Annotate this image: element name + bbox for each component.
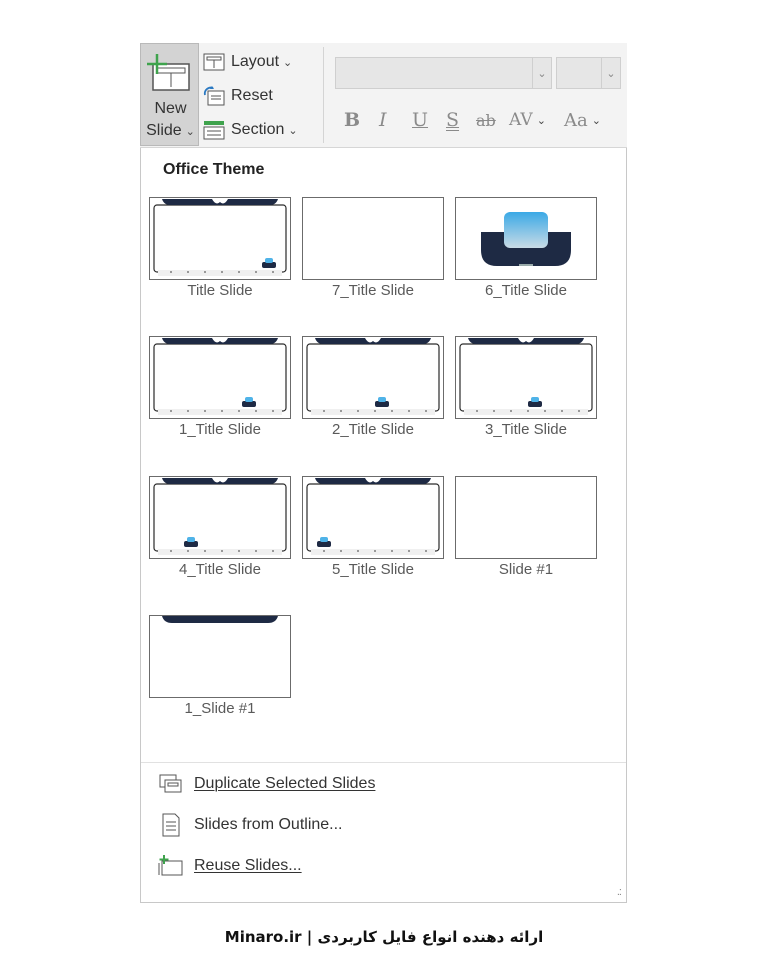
layout-thumbnail[interactable] bbox=[302, 476, 444, 559]
layout-option[interactable]: 7_Title Slide bbox=[302, 197, 444, 300]
layout-option[interactable]: 3_Title Slide bbox=[455, 336, 597, 439]
layout-name: 3_Title Slide bbox=[485, 421, 567, 438]
font-name-dropdown[interactable]: ⌄ bbox=[335, 57, 552, 89]
new-slide-icon bbox=[147, 54, 190, 91]
ribbon: New Slide ⌄ Layout ⌄ Reset Section ⌄ ⌄ ⌄ … bbox=[140, 43, 627, 148]
layout-label: Layout bbox=[231, 53, 280, 70]
duplicate-slides-command[interactable]: Duplicate Selected Slides bbox=[158, 770, 375, 798]
outline-document-icon bbox=[158, 813, 184, 837]
chevron-down-icon: ⌄ bbox=[283, 56, 293, 69]
chevron-down-icon: ⌄ bbox=[288, 124, 298, 137]
layout-thumbnail[interactable] bbox=[149, 615, 291, 698]
new-slide-gallery: Office Theme Title Slide 7_Title Slide 6_T… bbox=[140, 148, 627, 903]
duplicate-label: Duplicate Selected Slides bbox=[194, 775, 376, 792]
layout-name: 1_Title Slide bbox=[179, 421, 261, 438]
gallery-divider bbox=[141, 762, 626, 763]
layout-name: 5_Title Slide bbox=[332, 561, 414, 578]
layout-thumbnail[interactable] bbox=[149, 476, 291, 559]
layout-name: 2_Title Slide bbox=[332, 421, 414, 438]
section-icon bbox=[202, 119, 226, 141]
layout-option[interactable]: 1_Slide #1 bbox=[149, 615, 291, 718]
character-spacing-label: AV bbox=[509, 110, 533, 130]
reuse-label: Reuse Slides... bbox=[194, 857, 302, 874]
layout-option[interactable]: 5_Title Slide bbox=[302, 476, 444, 579]
footer-watermark: Minaro.ir | ارائه دهنده انواع فایل کاربر… bbox=[224, 928, 544, 946]
layout-option[interactable]: 1_Title Slide bbox=[149, 336, 291, 439]
reuse-slides-icon bbox=[158, 854, 184, 878]
resize-grip-icon[interactable]: .: bbox=[617, 886, 622, 898]
change-case-button[interactable]: Aa ⌄ bbox=[564, 105, 601, 135]
layout-name: 1_Slide #1 bbox=[184, 700, 256, 717]
chevron-down-icon[interactable]: ⌄ bbox=[532, 58, 551, 88]
layout-thumbnail[interactable] bbox=[455, 476, 597, 559]
layout-thumbnail[interactable] bbox=[455, 197, 597, 280]
new-slide-label: New bbox=[154, 100, 187, 117]
duplicate-icon bbox=[158, 772, 184, 796]
layout-thumbnail[interactable] bbox=[455, 336, 597, 419]
italic-button[interactable]: I bbox=[379, 105, 387, 135]
layout-thumbnail[interactable] bbox=[149, 336, 291, 419]
layout-option[interactable]: 6_Title Slide bbox=[455, 197, 597, 300]
layout-option[interactable]: 4_Title Slide bbox=[149, 476, 291, 579]
outline-label: Slides from Outline... bbox=[194, 816, 343, 833]
character-spacing-button[interactable]: AV ⌄ bbox=[509, 105, 546, 135]
layout-name: 4_Title Slide bbox=[179, 561, 261, 578]
chevron-down-icon: ⌄ bbox=[536, 113, 546, 127]
change-case-label: Aa bbox=[564, 109, 588, 131]
new-slide-label-2[interactable]: Slide ⌄ bbox=[141, 122, 200, 140]
layout-icon bbox=[202, 51, 226, 73]
layout-thumbnail[interactable] bbox=[302, 197, 444, 280]
layout-name: Title Slide bbox=[187, 282, 253, 299]
layout-name: 6_Title Slide bbox=[485, 282, 567, 299]
underline-button[interactable]: U bbox=[412, 105, 428, 135]
section-label: Section bbox=[231, 121, 285, 138]
gallery-section-title: Office Theme bbox=[163, 161, 265, 178]
new-slide-button[interactable]: New Slide ⌄ bbox=[140, 43, 199, 146]
slides-from-outline-command[interactable]: Slides from Outline... bbox=[158, 811, 343, 839]
chevron-down-icon: ⌄ bbox=[591, 113, 601, 127]
reuse-slides-command[interactable]: Reuse Slides... bbox=[158, 852, 302, 880]
strikethrough-button[interactable]: ab bbox=[476, 105, 496, 135]
chevron-down-icon: ⌄ bbox=[185, 126, 195, 138]
layout-button[interactable]: Layout ⌄ bbox=[202, 48, 292, 76]
ribbon-separator bbox=[323, 47, 324, 143]
layout-option[interactable]: 2_Title Slide bbox=[302, 336, 444, 439]
chevron-down-icon[interactable]: ⌄ bbox=[601, 58, 620, 88]
reset-button[interactable]: Reset bbox=[202, 82, 273, 110]
reset-label: Reset bbox=[231, 87, 273, 104]
layout-name: Slide #1 bbox=[498, 561, 554, 578]
font-size-dropdown[interactable]: ⌄ bbox=[556, 57, 621, 89]
layout-name: 7_Title Slide bbox=[332, 282, 414, 299]
section-button[interactable]: Section ⌄ bbox=[202, 116, 298, 144]
bold-button[interactable]: B bbox=[344, 105, 360, 135]
layout-thumbnail[interactable] bbox=[302, 336, 444, 419]
reset-icon bbox=[202, 85, 226, 107]
layout-option[interactable]: Title Slide bbox=[149, 197, 291, 300]
shadow-button[interactable]: S bbox=[446, 105, 459, 135]
layout-option[interactable]: Slide #1 bbox=[455, 476, 597, 579]
layout-thumbnail[interactable] bbox=[149, 197, 291, 280]
